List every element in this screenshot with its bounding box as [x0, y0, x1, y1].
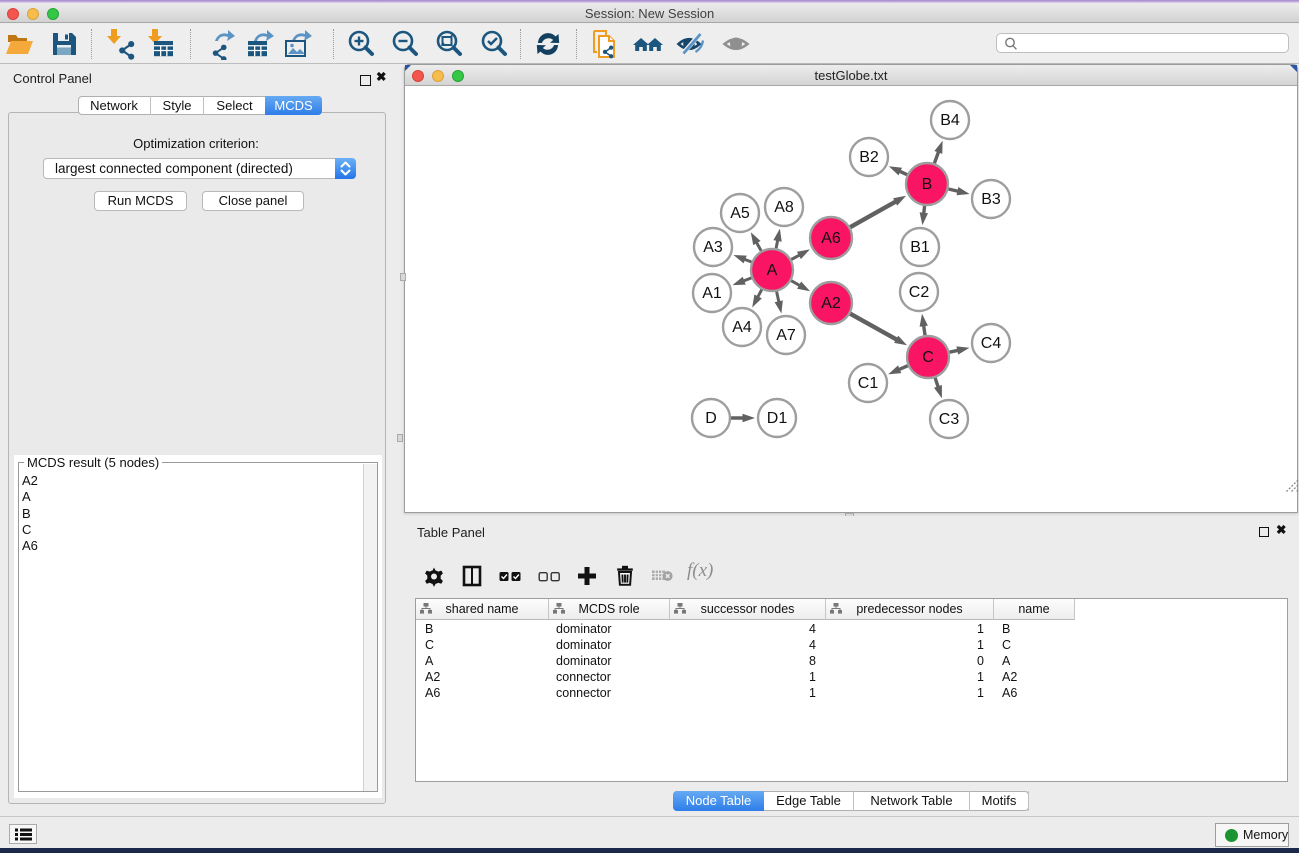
svg-text:B: B [922, 176, 933, 193]
svg-text:A8: A8 [774, 199, 794, 216]
svg-text:A7: A7 [776, 327, 796, 344]
svg-text:A: A [767, 262, 778, 279]
svg-text:A2: A2 [821, 295, 841, 312]
svg-text:B2: B2 [859, 149, 879, 166]
svg-text:C1: C1 [858, 375, 879, 392]
svg-text:B3: B3 [981, 191, 1001, 208]
svg-text:C3: C3 [939, 411, 960, 428]
svg-text:D1: D1 [767, 410, 788, 427]
svg-text:A6: A6 [821, 230, 841, 247]
svg-text:D: D [705, 410, 717, 427]
svg-text:A4: A4 [732, 319, 752, 336]
svg-text:C4: C4 [981, 335, 1002, 352]
svg-text:A3: A3 [703, 239, 723, 256]
svg-text:B1: B1 [910, 239, 930, 256]
svg-text:B4: B4 [940, 112, 960, 129]
svg-text:A5: A5 [730, 205, 750, 222]
svg-text:C: C [922, 349, 934, 366]
svg-text:C2: C2 [909, 284, 930, 301]
svg-text:A1: A1 [702, 285, 722, 302]
